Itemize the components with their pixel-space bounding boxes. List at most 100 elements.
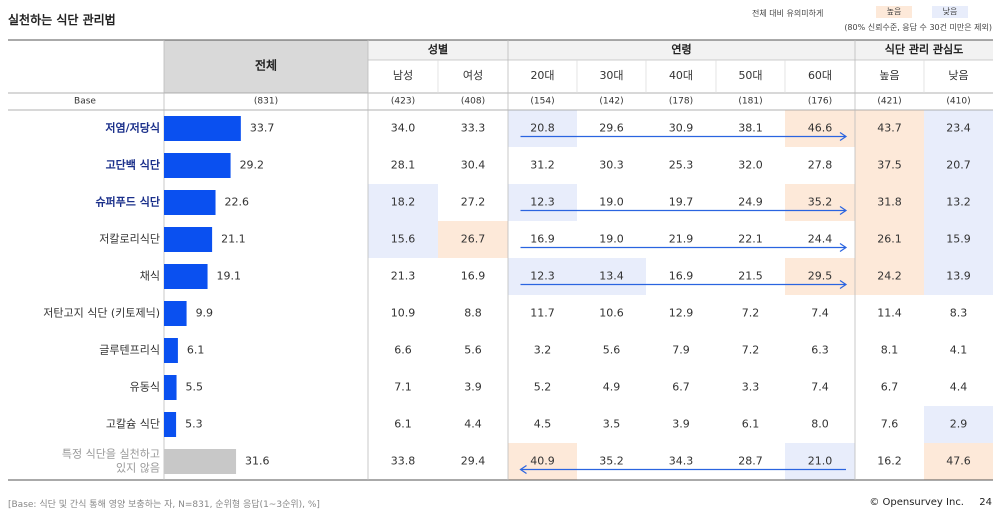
cell-value: 23.4 [946,122,971,135]
cell-value: 3.3 [742,381,760,394]
cell-value: 29.6 [599,122,624,135]
row-label: 특정 식단을 실천하고 [62,447,160,461]
base-value-5: (181) [738,97,762,107]
row-label: 슈퍼푸드 식단 [95,195,160,209]
cell-value: 12.9 [669,307,694,320]
column-header-4: 40대 [669,69,693,82]
total-value: 19.1 [217,270,242,283]
cell-value: 21.5 [738,270,763,283]
cell-value: 18.2 [391,196,416,209]
cell-value: 30.9 [669,122,694,135]
group-header-2: 식단 관리 관심도 [885,42,964,56]
total-value: 33.7 [250,122,275,135]
cell-value: 38.1 [738,122,763,135]
cell-value: 25.3 [669,159,694,172]
cell-value: 7.4 [811,381,829,394]
total-bar [164,227,213,252]
cell-value: 31.8 [877,196,902,209]
cell-value: 10.6 [599,307,624,320]
cell-value: 3.9 [672,418,690,431]
cell-value: 3.9 [464,381,482,394]
cell-value: 5.6 [603,344,621,357]
cell-value: 11.7 [530,307,555,320]
cell-value: 15.6 [391,233,416,246]
cell-value: 11.4 [877,307,902,320]
cell-value: 7.2 [742,307,760,320]
cell-value: 34.0 [391,122,416,135]
cell-value: 35.2 [599,455,624,468]
base-label: Base [74,97,96,107]
cell-value: 34.3 [669,455,694,468]
total-bar [164,116,241,141]
cell-value: 8.0 [811,418,829,431]
row-label: 저염/저당식 [105,121,160,135]
cell-value: 28.7 [738,455,763,468]
cell-value: 19.0 [599,233,624,246]
total-bar [164,412,177,437]
cell-value: 20.8 [530,122,555,135]
footnote: [Base: 식단 및 간식 통해 영양 보충하는 자, N=831, 순위형 … [8,500,320,510]
row-label: 고단백 식단 [106,158,160,172]
total-bar [164,301,187,326]
cell-value: 21.3 [391,270,416,283]
column-header-0: 남성 [393,69,413,82]
total-value: 29.2 [240,159,264,172]
column-header-2: 20대 [530,69,554,82]
cell-value: 19.7 [669,196,694,209]
cell-value: 4.1 [950,344,968,357]
cell-value: 29.4 [461,455,486,468]
base-value-3: (142) [599,97,623,107]
diet-crosstab-table: 전체 성별 연령 식단 관리 관심도남성 여성 20대 30대 40대 50대 60대 높음 낮음 Ba… [8,39,993,481]
cell-value: 16.9 [530,233,555,246]
page-number: 24 [979,497,992,508]
cell-value: 29.5 [808,270,833,283]
total-bar [164,449,237,474]
cell-value: 26.1 [877,233,902,246]
cell-value: 47.6 [946,455,971,468]
cell-value: 4.9 [603,381,621,394]
cell-value: 6.7 [881,381,899,394]
base-value-2: (154) [530,97,554,107]
cell-value: 24.2 [877,270,902,283]
total-header-label: 전체 [255,58,277,73]
group-header-0: 성별 [428,42,448,56]
cell-value: 33.3 [461,122,486,135]
column-header-6: 60대 [808,69,832,82]
cell-value: 3.5 [603,418,621,431]
cell-value: 4.5 [534,418,552,431]
cell-value: 6.1 [742,418,760,431]
column-header-3: 30대 [599,69,623,82]
cell-value: 26.7 [461,233,486,246]
cell-value: 8.1 [881,344,899,357]
cell-value: 7.1 [394,381,412,394]
cell-value: 37.5 [877,159,902,172]
total-bar [164,190,216,215]
cell-value: 28.1 [391,159,416,172]
cell-value: 35.2 [808,196,833,209]
cell-value: 6.1 [394,418,412,431]
column-header-7: 높음 [879,69,899,82]
cell-value: 46.6 [808,122,833,135]
cell-value: 7.4 [811,307,829,320]
cell-value: 27.8 [808,159,833,172]
cell-value: 16.9 [461,270,486,283]
base-value-8: (410) [946,97,970,107]
cell-value: 10.9 [391,307,416,320]
total-value: 6.1 [187,344,205,357]
total-value: 22.6 [225,196,250,209]
total-value: 9.9 [196,307,214,320]
cell-value: 24.4 [808,233,833,246]
cell-value: 6.7 [672,381,690,394]
cell-value: 6.6 [394,344,412,357]
cell-value: 2.9 [950,418,968,431]
base-value-0: (423) [391,97,415,107]
cell-value: 13.4 [599,270,624,283]
cell-value: 20.7 [946,159,971,172]
cell-value: 7.2 [742,344,760,357]
cell-value: 8.3 [950,307,968,320]
group-header-1: 연령 [671,42,691,56]
cell-value: 43.7 [877,122,902,135]
row-label: 글루텐프리식 [99,344,160,357]
row-label: 유동식 [130,381,160,394]
total-value: 5.3 [185,418,203,431]
